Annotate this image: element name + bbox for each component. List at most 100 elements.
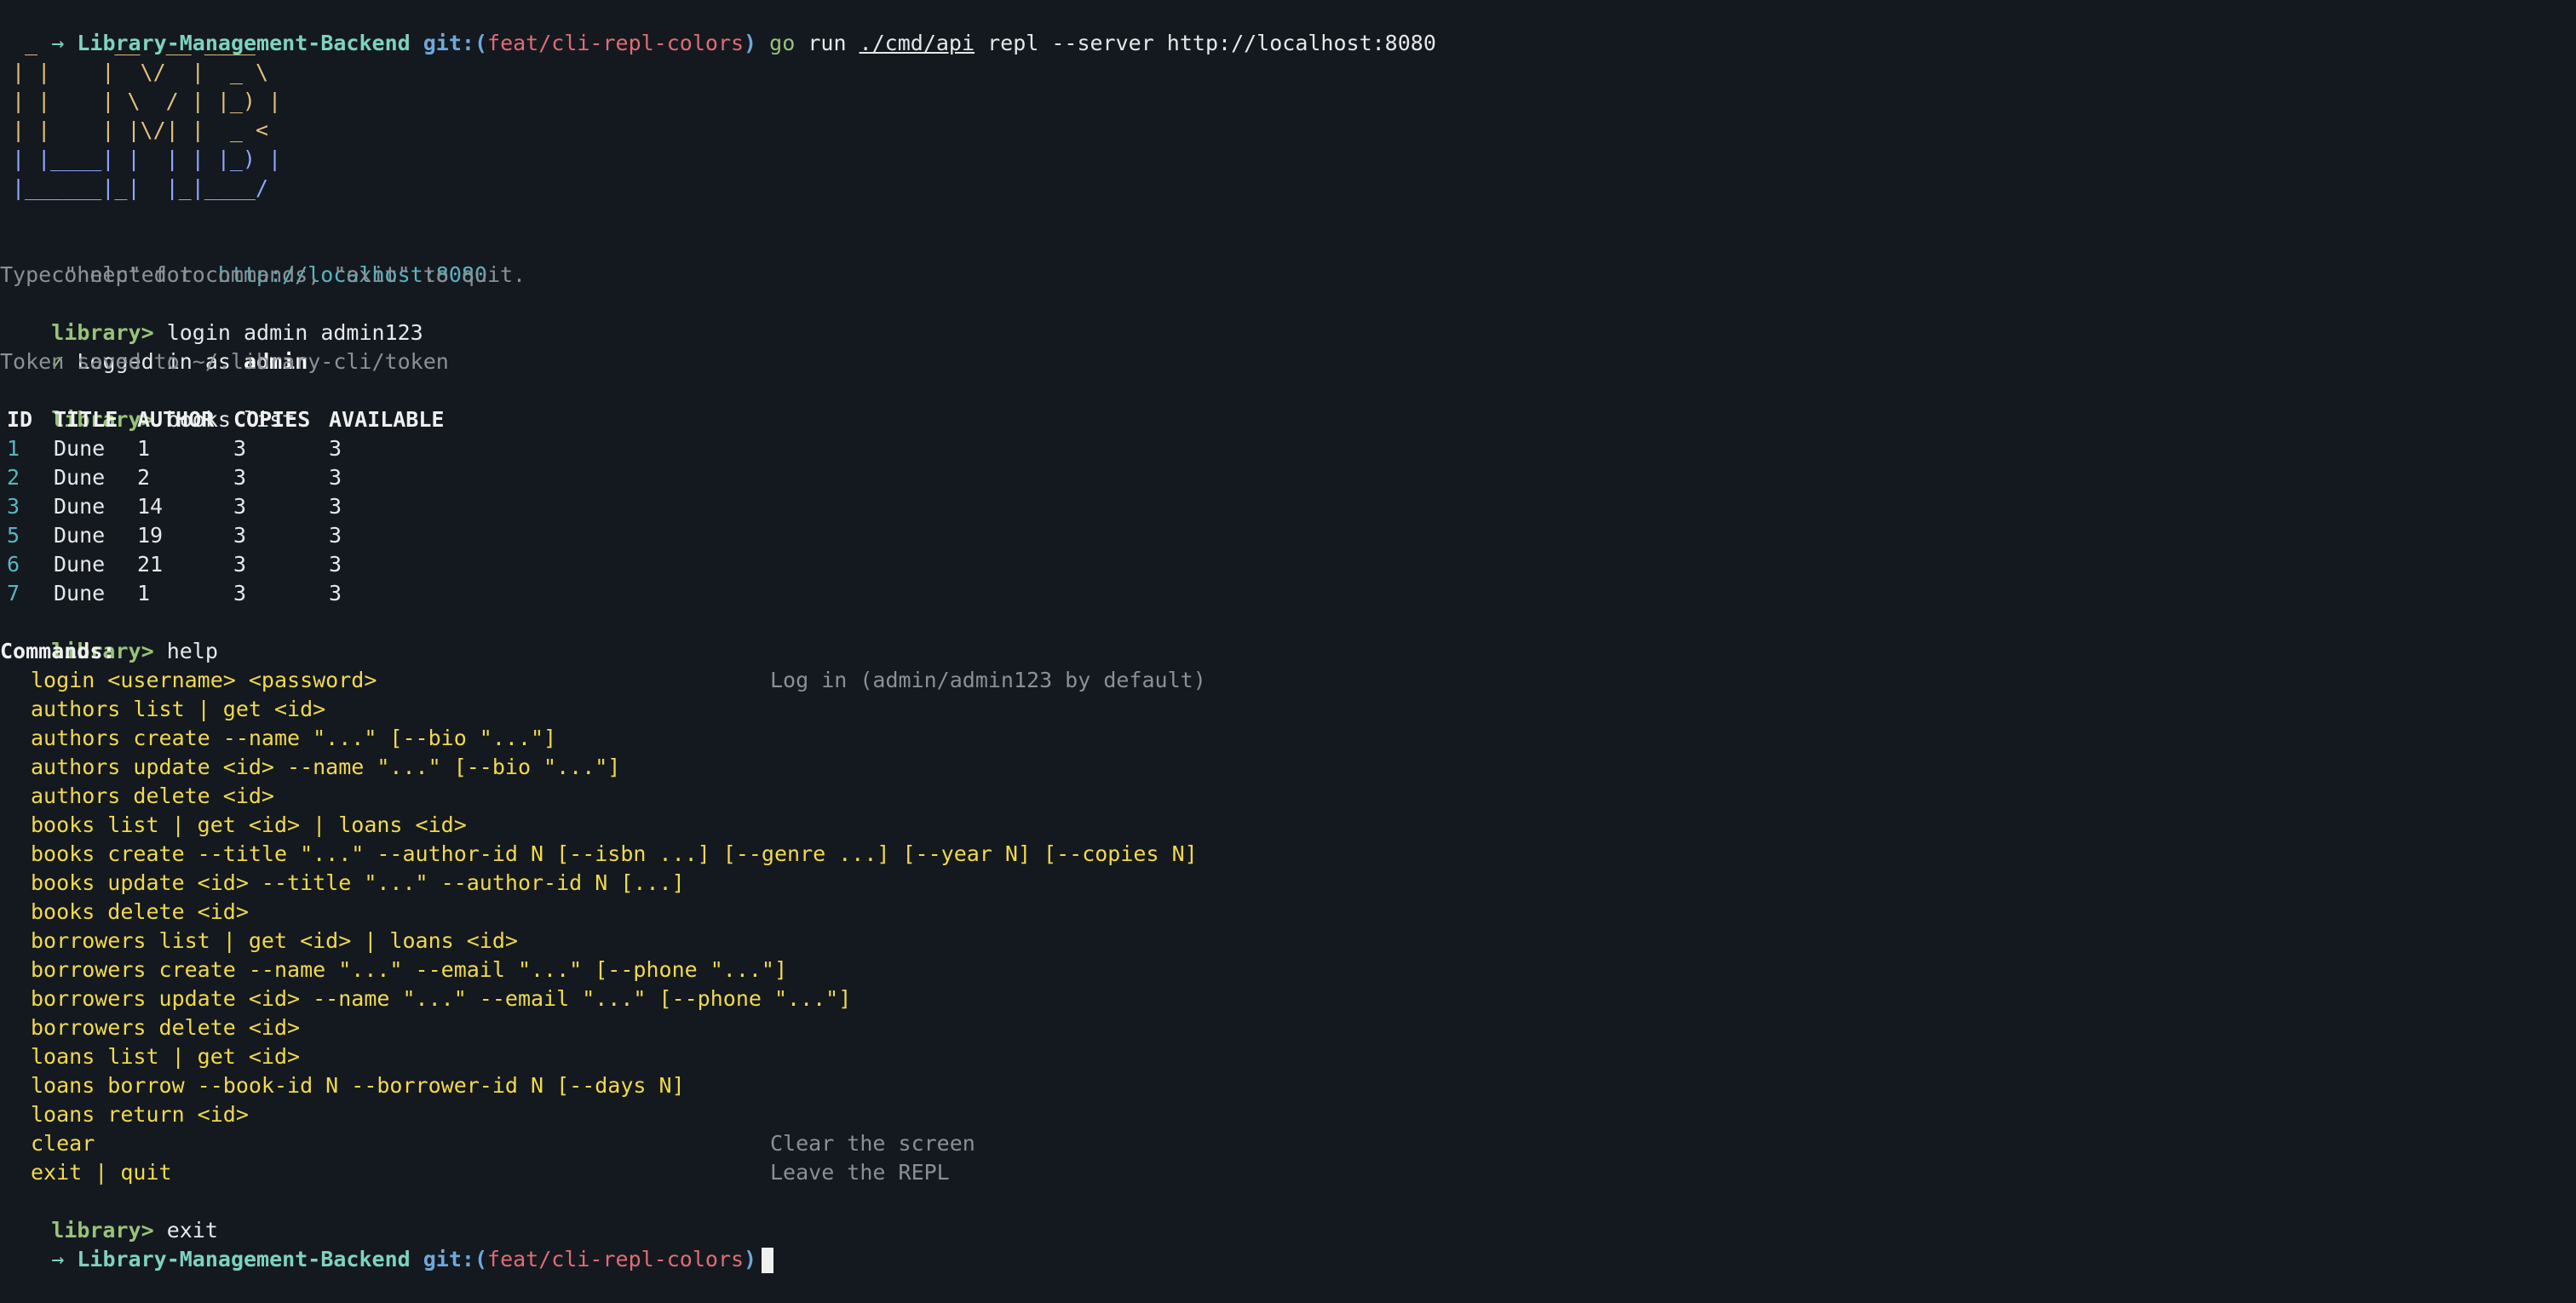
table-cell: Dune — [54, 523, 106, 548]
connected-line: connected to http://localhost:8080 — [0, 232, 487, 287]
repl-input-line: library> help — [0, 608, 218, 663]
help-command: authors list | get <id> — [31, 697, 326, 721]
prompt-git-prefix: git:( — [423, 31, 488, 55]
table-cell: 3 — [233, 552, 247, 577]
table-cell: 3 — [233, 581, 247, 606]
help-title: Commands: — [0, 639, 116, 663]
prompt-git-suffix: ) — [744, 31, 757, 55]
prompt-git-suffix: ) — [744, 1247, 757, 1271]
table-cell: Dune — [54, 552, 106, 577]
ascii-logo-line: | |____| | | | |_) | — [12, 146, 282, 171]
token-saved-line: Token saved to ~/.library-cli/token — [0, 349, 449, 374]
table-cell: 3 — [329, 523, 342, 548]
table-cell: 1 — [7, 436, 20, 461]
shell-command-line: → Library-Management-Backend git:(feat/c… — [0, 0, 1436, 55]
terminal-window[interactable]: → Library-Management-Backend git:(feat/c… — [0, 0, 2576, 1273]
help-command: authors create --name "..." [--bio "..."… — [31, 726, 557, 750]
help-description: Clear the screen — [770, 1131, 975, 1156]
table-row: 7 Dune 1 3 3 — [0, 579, 511, 608]
ascii-logo-line: _ __ __ ____ — [12, 31, 282, 55]
help-description: Leave the REPL — [770, 1160, 950, 1185]
help-command-row: borrowers list | get <id> | loans <id> — [0, 927, 1278, 956]
table-cell: Dune — [54, 465, 106, 490]
help-command: borrowers delete <id> — [31, 1015, 301, 1040]
repl-input-line: library> exit — [0, 1187, 218, 1243]
help-command-row: loans list | get <id> — [0, 1042, 1278, 1071]
prompt-git-branch: feat/cli-repl-colors — [487, 31, 745, 55]
login-success-line: ✓ Logged in as admin — [0, 319, 308, 374]
table-cell: 3 — [233, 465, 247, 490]
ascii-logo-line: | | | \/ | _ \ — [12, 60, 282, 84]
table-header-cell: TITLE — [54, 407, 118, 432]
help-command-row: loans borrow --book-id N --borrower-id N… — [0, 1071, 1278, 1100]
command-path: ./cmd/api — [859, 31, 975, 55]
help-command: login <username> <password> — [31, 668, 377, 692]
table-cell: Dune — [54, 581, 106, 606]
help-command-row: authors list | get <id> — [0, 695, 1278, 724]
table-cell: 3 — [233, 436, 247, 461]
help-command: books create --title "..." --author-id N… — [31, 841, 1198, 866]
help-command-row: books update <id> --title "..." --author… — [0, 869, 1278, 898]
help-command-row: books delete <id> — [0, 898, 1278, 927]
help-command: books delete <id> — [31, 899, 249, 924]
table-cell: Dune — [54, 494, 106, 519]
help-command: loans return <id> — [31, 1102, 249, 1127]
help-command: borrowers update <id> --name "..." --ema… — [31, 986, 852, 1011]
table-header-cell: ID — [7, 407, 33, 432]
table-cell: 6 — [7, 552, 20, 577]
help-command-row: authors create --name "..." [--bio "..."… — [0, 724, 1278, 753]
help-command-row: borrowers update <id> --name "..." --ema… — [0, 984, 1278, 1013]
table-cell: 3 — [233, 523, 247, 548]
help-command-row: books list | get <id> | loans <id> — [0, 811, 1278, 840]
prompt-arrow-icon: → — [51, 1247, 65, 1271]
help-command-row: clear Clear the screen — [0, 1129, 1278, 1158]
table-row: 2 Dune 2 3 3 — [0, 463, 511, 492]
ascii-logo-line: |______|_| |_|____/ — [12, 175, 282, 200]
table-cell: 1 — [137, 436, 151, 461]
table-header-cell: AVAILABLE — [329, 407, 445, 432]
table-cell: 1 — [137, 581, 151, 606]
table-cell: 3 — [329, 436, 342, 461]
help-command-row: authors delete <id> — [0, 782, 1278, 811]
table-cell: 5 — [7, 523, 20, 548]
command-arg: run — [808, 31, 847, 55]
table-header: ID TITLE AUTHOR COPIES AVAILABLE — [0, 405, 511, 434]
help-command: borrowers create --name "..." --email ".… — [31, 957, 788, 982]
prompt-git-prefix: git:( — [423, 1247, 488, 1271]
table-cell: 3 — [233, 494, 247, 519]
help-command: exit | quit — [31, 1160, 172, 1185]
hint-line: Type "help" for commands, "exit" to quit… — [0, 262, 526, 287]
help-command-row: exit | quit Leave the REPL — [0, 1158, 1278, 1187]
prompt-directory: Library-Management-Backend — [77, 1247, 411, 1271]
table-row: 1 Dune 1 3 3 — [0, 434, 511, 463]
help-command-row: borrowers create --name "..." --email ".… — [0, 956, 1278, 984]
table-cell: 7 — [7, 581, 20, 606]
table-header-cell: AUTHOR — [137, 407, 215, 432]
help-command: books list | get <id> | loans <id> — [31, 812, 467, 837]
table-cell: 14 — [137, 494, 164, 519]
table-row: 3 Dune 14 3 3 — [0, 492, 511, 521]
repl-command: help — [166, 639, 218, 663]
table-cell: 2 — [137, 465, 151, 490]
help-command-row: authors update <id> --name "..." [--bio … — [0, 753, 1278, 782]
prompt-git-branch: feat/cli-repl-colors — [487, 1247, 745, 1271]
shell-prompt-line[interactable]: → Library-Management-Backend git:(feat/c… — [0, 1216, 774, 1273]
help-command: books update <id> --title "..." --author… — [31, 870, 685, 895]
table-cell: 3 — [329, 494, 342, 519]
table-cell: 3 — [7, 494, 20, 519]
table-cell: 3 — [329, 581, 342, 606]
ascii-logo-line: | | | \ / | |_) | — [12, 89, 282, 113]
command-args-rest: repl --server http://localhost:8080 — [987, 31, 1436, 55]
help-command: loans list | get <id> — [31, 1044, 301, 1069]
help-command: authors update <id> --name "..." [--bio … — [31, 755, 621, 779]
help-command-row: login <username> <password> Log in (admin… — [0, 666, 1278, 695]
help-command-row: borrowers delete <id> — [0, 1013, 1278, 1042]
table-row: 5 Dune 19 3 3 — [0, 521, 511, 550]
table-cell: 3 — [329, 552, 342, 577]
table-cell: 19 — [137, 523, 164, 548]
table-cell: Dune — [54, 436, 106, 461]
text-cursor[interactable] — [762, 1248, 774, 1273]
help-command: clear — [31, 1131, 95, 1156]
command-name: go — [769, 31, 796, 55]
ascii-logo-line: | | | |\/| | _ < — [12, 118, 282, 142]
